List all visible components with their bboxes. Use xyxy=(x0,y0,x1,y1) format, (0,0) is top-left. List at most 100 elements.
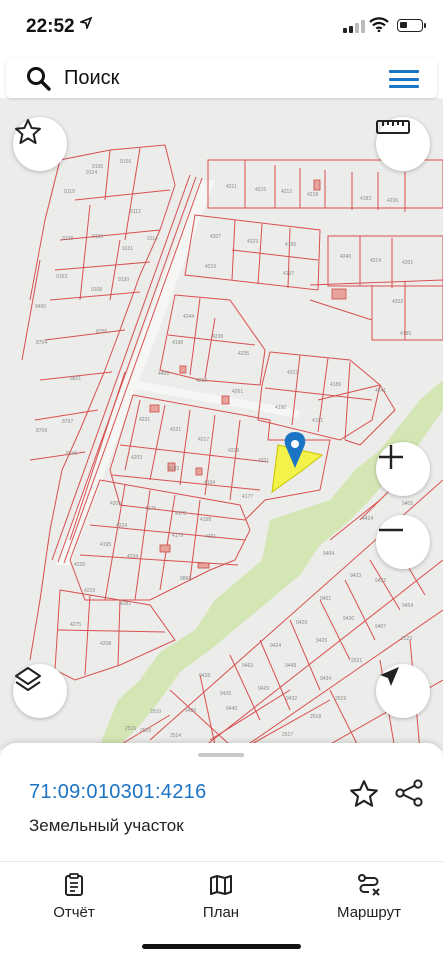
svg-text:9424: 9424 xyxy=(270,643,281,649)
svg-text:4238: 4238 xyxy=(212,334,223,340)
sheet-handle[interactable] xyxy=(198,753,244,757)
signal-icon xyxy=(343,20,365,33)
svg-text:4214: 4214 xyxy=(370,258,381,264)
svg-text:4241: 4241 xyxy=(375,388,386,394)
svg-text:4189: 4189 xyxy=(330,382,341,388)
battery-icon xyxy=(397,19,426,32)
svg-text:4281: 4281 xyxy=(120,601,131,607)
zoom-out-button[interactable] xyxy=(376,515,430,569)
wifi-icon xyxy=(369,17,389,32)
navigate-icon xyxy=(380,667,399,686)
tab-plan[interactable]: План xyxy=(193,872,249,921)
svg-text:9119: 9119 xyxy=(64,189,75,195)
tab-plan-label: План xyxy=(202,904,240,921)
svg-text:9430: 9430 xyxy=(343,616,354,622)
svg-text:4208: 4208 xyxy=(196,378,207,384)
svg-text:4261: 4261 xyxy=(232,389,243,395)
parcel-type: Земельный участок xyxy=(29,816,184,835)
layers-icon xyxy=(15,667,41,691)
svg-text:4183: 4183 xyxy=(360,196,371,202)
svg-text:9440: 9440 xyxy=(226,706,237,712)
svg-text:4202: 4202 xyxy=(392,299,403,305)
svg-text:9425: 9425 xyxy=(316,638,327,644)
svg-text:2514: 2514 xyxy=(170,733,181,739)
svg-text:9451: 9451 xyxy=(320,596,331,602)
svg-text:4218: 4218 xyxy=(307,192,318,198)
svg-text:4190: 4190 xyxy=(275,405,286,411)
tab-report-label: Отчёт xyxy=(53,904,95,921)
svg-text:4194: 4194 xyxy=(204,480,215,486)
zoom-in-icon xyxy=(379,445,403,469)
status-bar: 22:52 xyxy=(0,0,443,56)
svg-text:4215: 4215 xyxy=(255,187,266,193)
svg-text:4244: 4244 xyxy=(183,314,194,320)
layers-button[interactable] xyxy=(13,664,67,718)
svg-text:4221: 4221 xyxy=(170,427,181,433)
svg-text:9130: 9130 xyxy=(118,277,129,283)
svg-text:4213: 4213 xyxy=(287,370,298,376)
svg-text:4186: 4186 xyxy=(285,242,296,248)
svg-text:9139: 9139 xyxy=(62,236,73,242)
menu-icon[interactable] xyxy=(389,70,419,88)
navigate-button[interactable] xyxy=(376,664,430,718)
svg-text:9434: 9434 xyxy=(320,676,331,682)
status-time: 22:52 xyxy=(26,16,75,37)
svg-text:9108: 9108 xyxy=(91,287,102,293)
svg-text:9426: 9426 xyxy=(258,686,269,692)
svg-text:4203: 4203 xyxy=(131,455,142,461)
svg-text:4219: 4219 xyxy=(84,588,95,594)
svg-text:4275: 4275 xyxy=(70,622,81,628)
svg-text:4201: 4201 xyxy=(402,260,413,266)
svg-text:9423: 9423 xyxy=(350,573,361,579)
search-icon xyxy=(27,67,51,91)
svg-text:9113: 9113 xyxy=(130,209,141,215)
route-icon xyxy=(358,874,380,896)
search-input[interactable] xyxy=(64,58,364,98)
svg-text:2510: 2510 xyxy=(150,709,161,715)
svg-text:2517: 2517 xyxy=(282,732,293,738)
svg-text:8704: 8704 xyxy=(36,340,47,346)
svg-text:4197: 4197 xyxy=(283,271,294,277)
svg-text:9405: 9405 xyxy=(402,501,413,507)
parcel-info-sheet[interactable]: 71:09:010301:4216 Земельный участок xyxy=(0,743,443,861)
home-indicator xyxy=(142,944,301,949)
svg-text:2521: 2521 xyxy=(351,658,362,664)
svg-text:4229: 4229 xyxy=(228,448,239,454)
svg-text:9114: 9114 xyxy=(147,236,158,242)
svg-text:4178: 4178 xyxy=(175,511,186,517)
star-icon xyxy=(15,119,41,144)
ruler-button[interactable] xyxy=(376,117,430,171)
svg-text:4198: 4198 xyxy=(172,340,183,346)
search-bar[interactable] xyxy=(6,58,437,98)
svg-text:8709: 8709 xyxy=(36,428,47,434)
svg-text:9131: 9131 xyxy=(122,246,133,252)
svg-text:9432: 9432 xyxy=(286,696,297,702)
star-icon[interactable] xyxy=(348,778,380,810)
svg-text:4468: 4468 xyxy=(158,371,169,377)
svg-text:9448: 9448 xyxy=(285,663,296,669)
favorite-map-button[interactable] xyxy=(13,117,67,171)
svg-text:2523: 2523 xyxy=(401,636,412,642)
svg-text:9400: 9400 xyxy=(35,304,46,310)
cadastral-number[interactable]: 71:09:010301:4216 xyxy=(29,781,207,804)
svg-text:4231: 4231 xyxy=(205,534,216,540)
cadastral-map[interactable]: 4211 4215 4212 4218 4183 4236 4207 4223 4186 4… xyxy=(0,98,443,750)
tab-report[interactable]: Отчёт xyxy=(46,872,102,921)
svg-text:4240: 4240 xyxy=(340,254,351,260)
svg-text:9136: 9136 xyxy=(92,234,103,240)
svg-text:4205: 4205 xyxy=(110,501,121,507)
zoom-out-icon xyxy=(379,528,403,532)
svg-text:9454: 9454 xyxy=(402,603,413,609)
tab-route[interactable]: Маршрут xyxy=(331,872,407,921)
svg-text:9463: 9463 xyxy=(242,663,253,669)
svg-text:4191: 4191 xyxy=(312,418,323,424)
svg-text:4212: 4212 xyxy=(281,189,292,195)
share-icon[interactable] xyxy=(394,778,424,808)
zoom-in-button[interactable] xyxy=(376,442,430,496)
svg-text:4195: 4195 xyxy=(100,542,111,548)
report-icon xyxy=(65,873,83,896)
svg-text:4231: 4231 xyxy=(139,417,150,423)
svg-text:4217: 4217 xyxy=(198,437,209,443)
svg-text:8821: 8821 xyxy=(70,376,81,382)
svg-text:4219: 4219 xyxy=(205,264,216,270)
